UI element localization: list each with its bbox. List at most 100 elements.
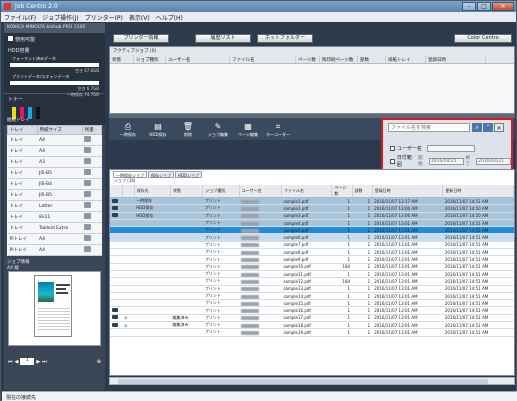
minimize-button[interactable]: – <box>462 2 476 11</box>
job-type-icon <box>112 213 118 218</box>
active-col-tray[interactable]: 排紙トレイ <box>386 55 426 63</box>
job-row[interactable]: 一時保存 プリント sample1.pdf 1 1 2016/11/07 13:17 AM… <box>110 197 514 206</box>
job-row[interactable]: HDD保存 プリント sample3.pdf 1 1 2016/11/07 13:06 A… <box>110 212 514 220</box>
horizontal-scrollbar[interactable] <box>109 377 515 385</box>
col-user[interactable]: ユーザー名 <box>239 185 282 198</box>
maximize-button[interactable]: □ <box>477 2 491 11</box>
history-list-button[interactable]: 履歴リスト <box>195 34 251 43</box>
zoom-icon[interactable]: ⊕ <box>97 359 101 365</box>
col-copies[interactable]: 部数 <box>352 185 373 198</box>
job-row[interactable]: プリント sample12.pdf 184 1 2016/11/07 13:01 AM 2… <box>110 277 514 286</box>
tool-job-edit[interactable]: ✎ ジョブ編集 <box>205 119 231 139</box>
job-row[interactable]: プリント sample4.pdf 1 1 2016/11/07 13:01 AM 2016… <box>110 219 514 228</box>
date-checkbox[interactable] <box>390 158 395 164</box>
job-row[interactable]: プリント sample10.pdf 184 1 2016/11/07 13:01 AM 2… <box>110 263 514 271</box>
tray-row[interactable]: PIトレイ A4 <box>7 233 102 245</box>
tab-hdd-jobs[interactable]: HDDジョブ <box>175 171 203 178</box>
job-updated: 2016/11/07 14:51 AM <box>442 285 514 293</box>
job-row[interactable]: プリント sample11.pdf 1 1 2016/11/07 13:01 AM 201… <box>110 270 514 279</box>
tab-temp-jobs[interactable]: 一時保存ジョブ <box>113 171 147 178</box>
active-col-user[interactable]: ユーザー名 <box>166 55 230 63</box>
col-registered[interactable]: 登録日時 <box>372 185 444 198</box>
tool-hdd-save[interactable]: ▤ HDD保存 <box>145 119 171 139</box>
active-col-state[interactable]: 状態 <box>110 55 134 63</box>
job-row[interactable]: プリント sample16.pdf 1 1 2016/11/07 13:01 AM 201… <box>110 306 514 315</box>
menu-job[interactable]: ジョブ操作(J) <box>42 13 78 22</box>
col-clip[interactable] <box>122 185 135 198</box>
active-col-copies[interactable]: 部数 <box>358 55 386 63</box>
prev-page-icon[interactable]: ◀ <box>15 359 19 365</box>
job-row[interactable]: HDD保存 プリント sample2.pdf 1 1 2016/11/07 13:06 A… <box>110 204 514 213</box>
active-col-type[interactable]: ジョブ種別 <box>134 55 166 63</box>
close-button[interactable]: ✕ <box>492 2 514 11</box>
job-row[interactable]: プリント sample5.pdf 1 1 2016/11/07 13:01 AM 2016… <box>110 226 514 235</box>
redacted-user <box>241 279 260 284</box>
job-destination <box>134 277 171 286</box>
tool-scanner[interactable]: ⌗ ホーコーダー <box>265 119 291 139</box>
tray-row[interactable]: トレイ 8x11 <box>7 211 102 223</box>
tray-row[interactable]: トレイ Tabloid Extra <box>7 222 102 234</box>
active-col-file[interactable]: ファイル名 <box>230 55 296 63</box>
tool-page-edit[interactable]: ▦ ページ編集 <box>235 119 261 139</box>
col-type[interactable]: ジョブ種別 <box>202 185 240 198</box>
job-updated: 2016/11/07 14:51 AM <box>442 314 514 323</box>
menu-printer[interactable]: プリンター(P) <box>85 13 123 22</box>
tray-name: トレイ <box>7 156 38 168</box>
page-field[interactable]: 1 <box>20 358 35 365</box>
col-state[interactable]: 状態 <box>170 185 204 198</box>
col-pages[interactable]: ページ数 <box>331 185 353 198</box>
col-icon[interactable] <box>110 185 123 198</box>
job-row[interactable]: プリント sample7.pdf 1 1 2016/11/07 13:01 AM 2016… <box>110 241 514 250</box>
hdd-bar-2 <box>10 81 99 85</box>
search-icon[interactable]: ⌕ <box>472 123 482 132</box>
job-row[interactable]: プリント sample13.pdf 1 1 2016/11/07 13:01 AM 201… <box>110 285 514 293</box>
first-page-icon[interactable]: ⏮ <box>8 359 13 365</box>
clear-icon[interactable]: ✕ <box>494 123 504 132</box>
menu-file[interactable]: ファイル(F) <box>4 13 36 22</box>
search-input[interactable] <box>388 123 470 132</box>
job-row[interactable]: プリント sample14.pdf 1 1 2016/11/07 13:01 AM 201… <box>110 292 514 301</box>
col-destination[interactable]: 保存先 <box>134 185 172 198</box>
next-page-icon[interactable]: ▶ <box>36 359 40 365</box>
active-col-pages[interactable]: ページ数 <box>296 55 320 63</box>
tray-row[interactable]: トレイ JIS-B5 <box>7 167 102 179</box>
tray-row[interactable]: トレイ JIS-B4 <box>7 178 102 190</box>
active-col-registered[interactable]: 登録日時 <box>426 55 486 63</box>
col-file[interactable]: ファイル名 <box>281 185 333 198</box>
job-row[interactable]: プリント sample19.pdf 1 1 2016/11/07 13:01 AM 201… <box>110 328 514 337</box>
end-date-field[interactable]: 2016/04/21 <box>476 157 511 165</box>
job-updated: 2016/11/07 14:51 AM <box>442 197 514 206</box>
job-type: プリント <box>202 255 240 264</box>
printer-info-button[interactable]: プリンター情報 <box>113 34 169 43</box>
col-updated[interactable]: 更新日時 <box>442 185 514 198</box>
scroll-thumb[interactable] <box>118 379 488 384</box>
user-checkbox[interactable] <box>390 146 395 151</box>
tool-delete[interactable]: 🗑 削除 <box>175 119 201 139</box>
user-input[interactable] <box>426 145 475 152</box>
tray-row[interactable]: トレイ A4 <box>7 145 102 157</box>
job-row[interactable]: プリント sample6.pdf 1 1 2016/11/07 13:01 AM 2016… <box>110 233 514 242</box>
tray-row[interactable]: PIトレイ A4 <box>7 244 102 256</box>
job-row[interactable]: プリント sample8.pdf 1 1 2016/11/07 13:01 AM 2016… <box>110 248 514 257</box>
tool-temp-save[interactable]: ⎙ 一時保存 <box>115 119 141 139</box>
active-col-remaining[interactable]: 残印刷ページ数 <box>320 55 358 63</box>
color-centro-button[interactable]: Color Centro <box>454 34 512 43</box>
job-row[interactable]: ⊘ 編集済み プリント sample18.pdf 1 1 2016/11/07 13:01 … <box>110 321 514 330</box>
tray-row[interactable]: トレイ JIS-B5 <box>7 189 102 201</box>
start-date-field[interactable]: 2016/04/21 <box>428 157 464 165</box>
hot-folder-button[interactable]: ホットフォルダー <box>257 34 313 43</box>
job-registered: 2016/11/07 13:01 AM <box>372 263 443 271</box>
redacted-user <box>241 228 260 233</box>
tray-row[interactable]: トレイ Letter <box>7 200 102 212</box>
redacted-user <box>241 272 260 277</box>
last-page-icon[interactable]: ⏭ <box>42 359 47 365</box>
menu-view[interactable]: 表示(V) <box>129 13 150 22</box>
tray-row[interactable]: トレイ A3 <box>7 156 102 168</box>
expand-icon[interactable]: ⌃ <box>483 123 493 132</box>
job-row[interactable]: ⊘ 編集済み プリント sample17.pdf 1 1 2016/11/07 13:01 … <box>110 314 514 323</box>
job-row[interactable]: プリント sample15.pdf 1 1 2016/11/07 13:01 AM 201… <box>110 299 514 308</box>
job-row[interactable]: プリント sample9.pdf 1 1 2016/11/07 13:01 AM 2016… <box>110 255 514 264</box>
tab-saved-jobs[interactable]: 保存ジョブ <box>148 171 174 178</box>
tray-row[interactable]: トレイ A4 <box>7 134 102 146</box>
menu-help[interactable]: ヘルプ(H) <box>156 13 183 22</box>
